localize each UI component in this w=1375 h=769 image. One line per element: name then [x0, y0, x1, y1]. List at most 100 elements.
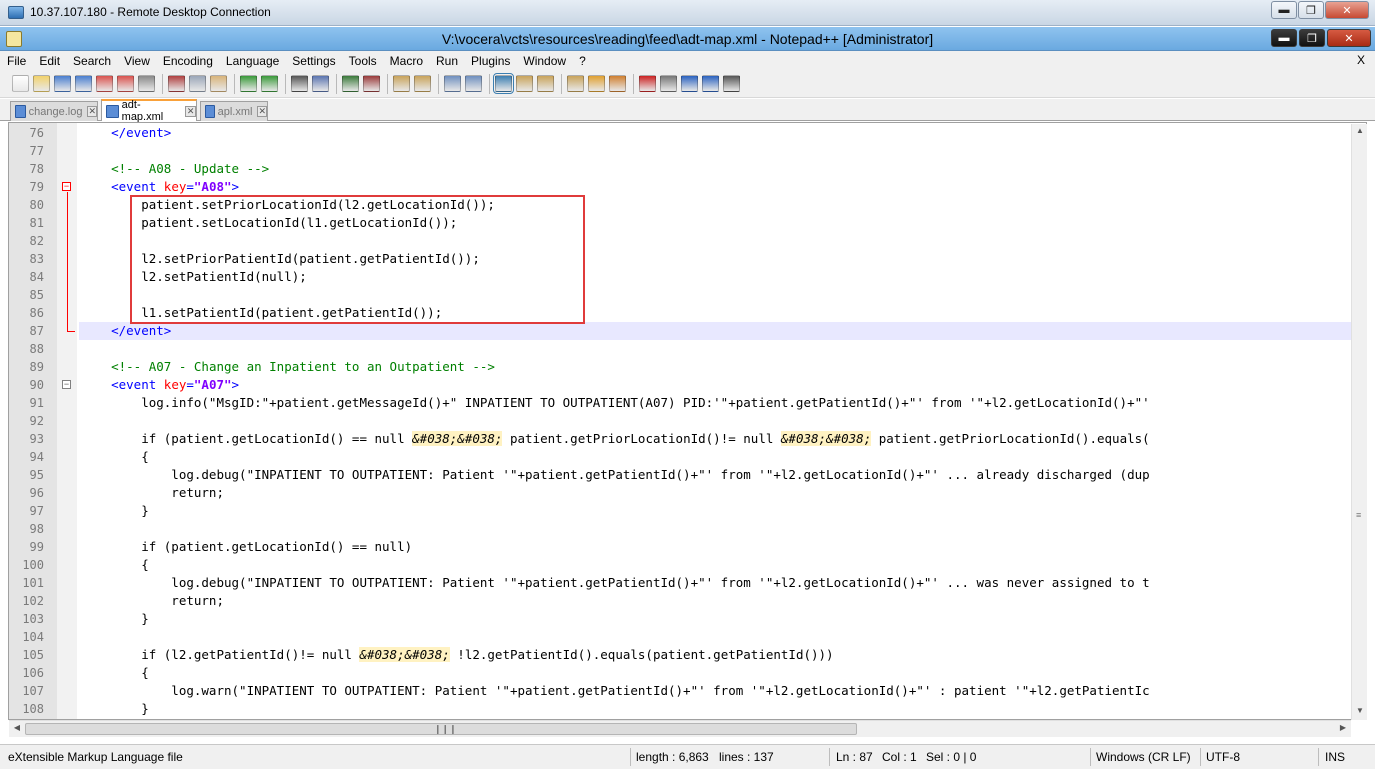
- npp-close-button[interactable]: ✕: [1327, 29, 1371, 47]
- status-insert-mode[interactable]: INS: [1325, 750, 1345, 764]
- code-line[interactable]: </event>: [81, 124, 171, 142]
- code-line[interactable]: log.info("MsgID:"+patient.getMessageId()…: [81, 394, 1149, 412]
- function-list-icon[interactable]: [567, 75, 584, 92]
- menu-window[interactable]: Window: [516, 54, 572, 68]
- zoom-in-icon[interactable]: [342, 75, 359, 92]
- close-all-icon[interactable]: [117, 75, 134, 92]
- menu-help[interactable]: ?: [572, 54, 592, 68]
- fold-toggle-icon[interactable]: −: [62, 182, 71, 191]
- code-line[interactable]: if (patient.getLocationId() == null &#03…: [81, 430, 1150, 448]
- scroll-up-icon[interactable]: ▲: [1354, 126, 1366, 138]
- code-line[interactable]: <event key="A08">: [81, 178, 239, 196]
- toolbar-separator: [285, 73, 286, 94]
- rdc-close-button[interactable]: ✕: [1325, 1, 1369, 19]
- save-icon[interactable]: [54, 75, 71, 92]
- paste-icon[interactable]: [210, 75, 227, 92]
- code-line[interactable]: log.debug("INPATIENT TO OUTPATIENT: Pati…: [81, 466, 1149, 484]
- vertical-scrollbar[interactable]: ▲ ≡ ▼: [1351, 124, 1367, 720]
- tab-close-icon[interactable]: ✕: [257, 106, 267, 117]
- status-encoding[interactable]: UTF-8: [1206, 750, 1240, 764]
- menu-encoding[interactable]: Encoding: [156, 54, 219, 68]
- horizontal-scroll-thumb[interactable]: ❙❙❙: [25, 723, 857, 735]
- record-macro-icon[interactable]: [639, 75, 656, 92]
- npp-minimize-button[interactable]: ▬: [1271, 29, 1297, 47]
- code-line[interactable]: {: [81, 556, 149, 574]
- code-line[interactable]: {: [81, 664, 149, 682]
- code-line[interactable]: <!-- A08 - Update -->: [81, 160, 269, 178]
- menu-view[interactable]: View: [117, 54, 156, 68]
- copy-icon[interactable]: [189, 75, 206, 92]
- sync-vertical-icon[interactable]: [393, 75, 410, 92]
- menu-settings[interactable]: Settings: [285, 54, 341, 68]
- doc-map-icon[interactable]: [537, 75, 554, 92]
- redo-icon[interactable]: [261, 75, 278, 92]
- code-line[interactable]: }: [81, 700, 149, 718]
- status-lines: lines : 137: [719, 750, 774, 764]
- menu-plugins[interactable]: Plugins: [464, 54, 516, 68]
- npp-restore-button[interactable]: ❐: [1299, 29, 1325, 47]
- tab-apl[interactable]: apl.xml ✕: [200, 101, 268, 121]
- code-line[interactable]: }: [81, 610, 149, 628]
- code-line[interactable]: return;: [81, 484, 224, 502]
- code-line[interactable]: <event key="A07">: [81, 376, 239, 394]
- code-line[interactable]: if (l2.getPatientId()!= null &#038;&#038…: [81, 646, 834, 664]
- fold-margin[interactable]: − −: [57, 123, 126, 719]
- code-line[interactable]: <!-- A07 - Change an Inpatient to an Out…: [81, 358, 495, 376]
- replace-icon[interactable]: [312, 75, 329, 92]
- line-number: 82: [29, 234, 44, 248]
- menu-tools[interactable]: Tools: [342, 54, 383, 68]
- cut-icon[interactable]: [168, 75, 185, 92]
- new-file-icon[interactable]: [12, 75, 29, 92]
- find-icon[interactable]: [291, 75, 308, 92]
- menu-search[interactable]: Search: [66, 54, 117, 68]
- code-line[interactable]: log.warn("INPATIENT TO OUTPATIENT: Patie…: [81, 682, 1149, 700]
- word-wrap-icon[interactable]: [444, 75, 461, 92]
- open-file-icon[interactable]: [33, 75, 50, 92]
- run-macro-multiple-icon[interactable]: [702, 75, 719, 92]
- menu-edit[interactable]: Edit: [32, 54, 66, 68]
- user-lang-icon[interactable]: [516, 75, 533, 92]
- save-all-icon[interactable]: [75, 75, 92, 92]
- menu-file[interactable]: File: [0, 54, 32, 68]
- print-icon[interactable]: [138, 75, 155, 92]
- code-line[interactable]: return;: [81, 592, 224, 610]
- tab-close-icon[interactable]: ✕: [87, 106, 97, 117]
- menu-run[interactable]: Run: [429, 54, 464, 68]
- tab-label: adt-map.xml: [121, 99, 164, 123]
- tab-adt-map[interactable]: adt-map.xml ✕: [101, 99, 197, 123]
- code-line[interactable]: {: [81, 448, 149, 466]
- menu-macro[interactable]: Macro: [383, 54, 429, 68]
- zoom-out-icon[interactable]: [363, 75, 380, 92]
- code-line[interactable]: if (patient.getLocationId() == null): [81, 538, 412, 556]
- menu-close-document[interactable]: X: [1357, 53, 1365, 67]
- rdc-restore-button[interactable]: ❐: [1298, 1, 1324, 19]
- line-number: 107: [22, 684, 44, 698]
- stop-record-icon[interactable]: [660, 75, 677, 92]
- folder-workspace-icon[interactable]: [588, 75, 605, 92]
- status-eol[interactable]: Windows (CR LF): [1096, 750, 1191, 764]
- indent-guide-icon[interactable]: [493, 73, 514, 94]
- tab-change-log[interactable]: change.log ✕: [10, 101, 98, 121]
- line-number: 89: [29, 360, 44, 374]
- horizontal-scrollbar[interactable]: ◀ ❙❙❙ ▶: [9, 720, 1351, 737]
- scroll-down-icon[interactable]: ▼: [1354, 706, 1366, 718]
- play-macro-icon[interactable]: [681, 75, 698, 92]
- undo-icon[interactable]: [240, 75, 257, 92]
- scroll-right-icon[interactable]: ▶: [1337, 723, 1349, 732]
- scroll-left-icon[interactable]: ◀: [11, 723, 23, 732]
- code-line[interactable]: }: [81, 502, 149, 520]
- code-line[interactable]: </event>: [81, 322, 171, 340]
- close-icon[interactable]: [96, 75, 113, 92]
- line-number: 94: [29, 450, 44, 464]
- tab-close-icon[interactable]: ✕: [185, 105, 196, 117]
- menu-language[interactable]: Language: [219, 54, 285, 68]
- scroll-grip-icon[interactable]: ≡: [1356, 510, 1361, 520]
- code-line[interactable]: log.debug("INPATIENT TO OUTPATIENT: Pati…: [81, 574, 1149, 592]
- sync-horizontal-icon[interactable]: [414, 75, 431, 92]
- rdc-minimize-button[interactable]: ▬: [1271, 1, 1297, 19]
- monitor-icon[interactable]: [609, 75, 626, 92]
- save-macro-icon[interactable]: [723, 75, 740, 92]
- toolbar-separator: [438, 73, 439, 94]
- fold-toggle-icon[interactable]: −: [62, 380, 71, 389]
- show-all-chars-icon[interactable]: [465, 75, 482, 92]
